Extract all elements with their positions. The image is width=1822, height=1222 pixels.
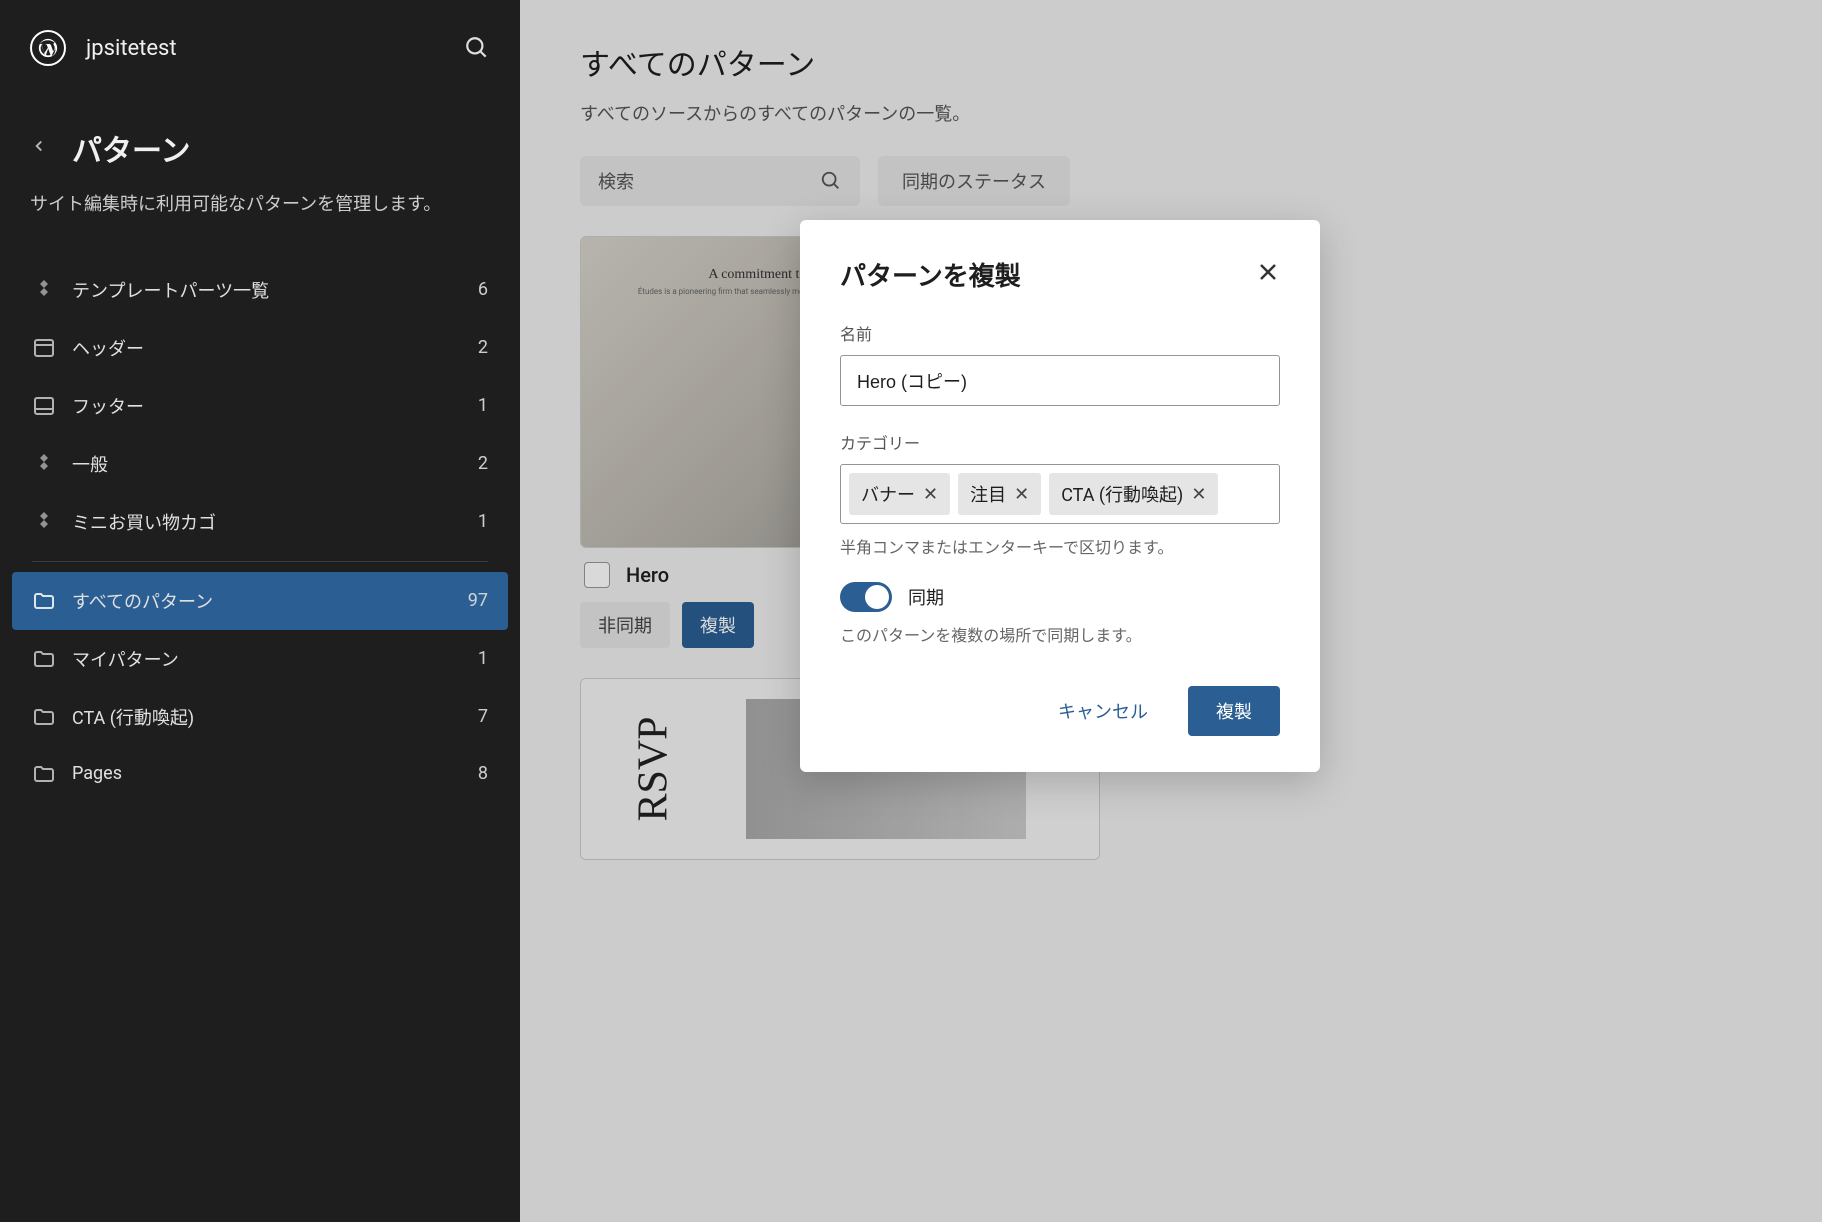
nav-label: すべてのパターン [72, 588, 213, 614]
close-icon [1256, 260, 1280, 284]
nav-title-row: パターン [0, 96, 520, 190]
nav-label: マイパターン [72, 646, 179, 672]
nav-groups-list: テンプレートパーツ一覧 6 ヘッダー 2 フッター 1 [0, 251, 520, 812]
nav-item-my-patterns[interactable]: マイパターン 1 [12, 630, 508, 688]
category-token-input[interactable]: バナー ✕ 注目 ✕ CTA (行動喚起) ✕ [840, 464, 1280, 524]
form-group-category: カテゴリー バナー ✕ 注目 ✕ CTA (行動喚起) ✕ 半角コンマまたはエン… [840, 430, 1280, 558]
wordpress-logo-icon [30, 30, 66, 66]
nav-label: フッター [72, 393, 144, 419]
nav-description: サイト編集時に利用可能なパターンを管理します。 [0, 190, 520, 251]
modal-overlay: パターンを複製 名前 カテゴリー バナー ✕ 注目 ✕ [520, 0, 1822, 1222]
layout-header-icon [32, 336, 56, 360]
duplicate-button[interactable]: 複製 [1188, 686, 1280, 736]
category-help: 半角コンマまたはエンターキーで区切ります。 [840, 534, 1280, 558]
modal-title: パターンを複製 [840, 256, 1021, 293]
nav-item-all-patterns[interactable]: すべてのパターン 97 [12, 572, 508, 630]
site-name: jpsitetest [86, 36, 177, 61]
nav-label: Pages [72, 763, 122, 784]
folder-icon [32, 647, 56, 671]
form-group-name: 名前 [840, 321, 1280, 406]
chevron-left-icon [30, 137, 48, 155]
category-token: バナー ✕ [849, 473, 950, 515]
toggle-knob [865, 585, 889, 609]
nav-count: 8 [478, 763, 488, 784]
nav-label: CTA (行動喚起) [72, 704, 194, 730]
back-button[interactable] [30, 136, 48, 160]
nav-divider [32, 561, 488, 562]
nav-item-minicart[interactable]: ミニお買い物カゴ 1 [12, 493, 508, 551]
token-label: CTA (行動喚起) [1061, 481, 1183, 507]
token-label: バナー [861, 481, 915, 507]
name-input[interactable] [840, 355, 1280, 406]
nav-item-cta[interactable]: CTA (行動喚起) 7 [12, 688, 508, 746]
nav-count: 1 [478, 648, 488, 669]
category-token: 注目 ✕ [958, 473, 1041, 515]
token-remove-button[interactable]: ✕ [923, 484, 938, 505]
nav-count: 1 [478, 395, 488, 416]
modal-header: パターンを複製 [840, 256, 1280, 293]
token-remove-button[interactable]: ✕ [1014, 484, 1029, 505]
nav-item-pages[interactable]: Pages 8 [12, 746, 508, 802]
nav-count: 7 [478, 706, 488, 727]
duplicate-pattern-modal: パターンを複製 名前 カテゴリー バナー ✕ 注目 ✕ [800, 220, 1320, 772]
nav-label: ヘッダー [72, 335, 144, 361]
folder-icon [32, 705, 56, 729]
nav-item-footer[interactable]: フッター 1 [12, 377, 508, 435]
nav-label: テンプレートパーツ一覧 [72, 277, 269, 303]
diamond-stack-icon [32, 510, 56, 534]
nav-item-header[interactable]: ヘッダー 2 [12, 319, 508, 377]
nav-count: 97 [468, 590, 488, 611]
sync-description: このパターンを複数の場所で同期します。 [840, 622, 1280, 646]
nav-item-general[interactable]: 一般 2 [12, 435, 508, 493]
nav-title: パターン [72, 126, 191, 170]
token-remove-button[interactable]: ✕ [1191, 484, 1206, 505]
nav-label: 一般 [72, 451, 108, 477]
diamond-stack-icon [32, 452, 56, 476]
modal-footer: キャンセル 複製 [840, 686, 1280, 736]
nav-count: 6 [478, 279, 488, 300]
modal-close-button[interactable] [1256, 260, 1280, 290]
layout-footer-icon [32, 394, 56, 418]
sync-toggle[interactable] [840, 582, 892, 612]
sidebar-header: jpsitetest [0, 20, 520, 96]
search-icon [464, 35, 490, 61]
nav-item-template-parts[interactable]: テンプレートパーツ一覧 6 [12, 261, 508, 319]
nav-label: ミニお買い物カゴ [72, 509, 216, 535]
sidebar: jpsitetest パターン サイト編集時に利用可能なパターンを管理します。 … [0, 0, 520, 1222]
name-label: 名前 [840, 321, 1280, 345]
cancel-button[interactable]: キャンセル [1038, 686, 1168, 736]
token-label: 注目 [970, 481, 1006, 507]
search-button[interactable] [464, 35, 490, 61]
diamond-stack-icon [32, 278, 56, 302]
sync-label: 同期 [908, 584, 944, 610]
nav-count: 1 [478, 511, 488, 532]
nav-count: 2 [478, 453, 488, 474]
category-label: カテゴリー [840, 430, 1280, 454]
folder-icon [32, 762, 56, 786]
folder-icon [32, 589, 56, 613]
form-group-sync: 同期 このパターンを複数の場所で同期します。 [840, 582, 1280, 646]
category-token: CTA (行動喚起) ✕ [1049, 473, 1218, 515]
site-brand[interactable]: jpsitetest [30, 30, 177, 66]
nav-count: 2 [478, 337, 488, 358]
